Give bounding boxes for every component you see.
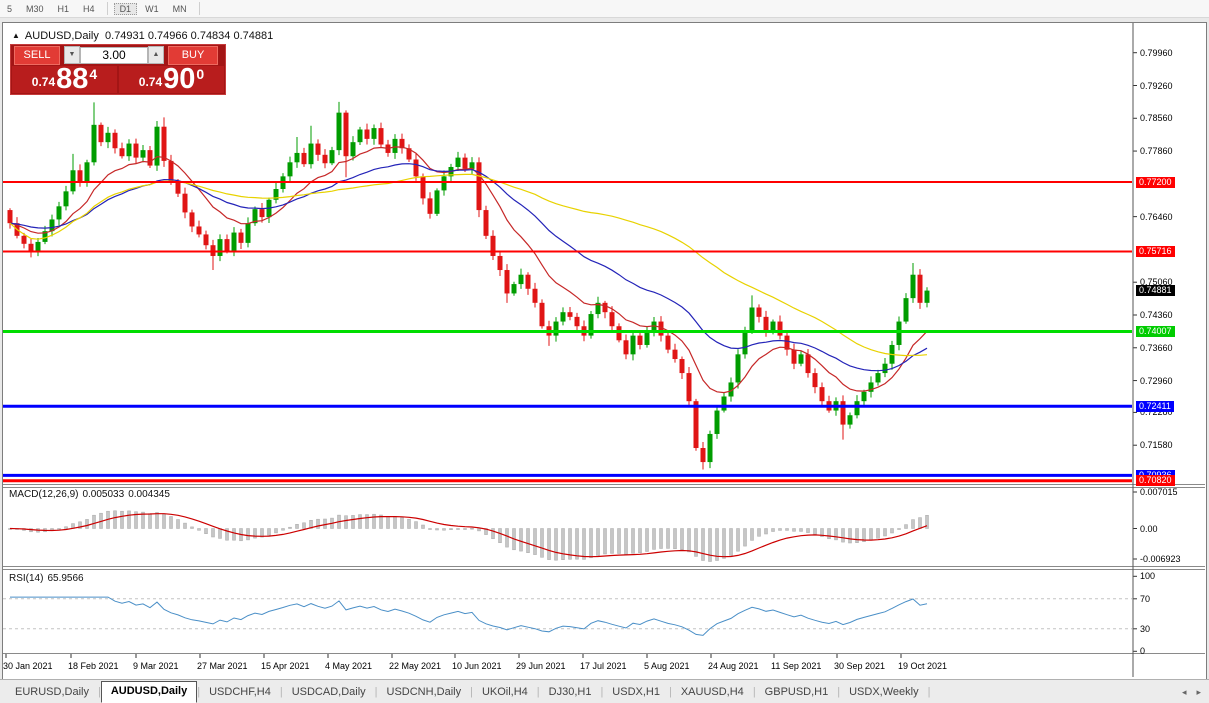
date-axis-label: 19 Oct 2021 xyxy=(898,661,948,671)
date-axis-label: 27 Mar 2021 xyxy=(197,661,248,671)
price-level-chip: 0.74007 xyxy=(1136,326,1175,337)
price-level-chip: 0.75716 xyxy=(1136,246,1175,257)
timeframe-toolbar: 5 M30 H1 H4 D1 W1 MN xyxy=(0,0,1209,18)
price-axis-tick-label: 0.79960 xyxy=(1140,47,1173,58)
chart-window[interactable] xyxy=(2,22,1207,680)
chart-tab-usdcad-daily[interactable]: USDCAD,Daily xyxy=(283,682,375,703)
price-axis-tick-label: 0.77860 xyxy=(1140,146,1173,157)
date-axis-label: 24 Aug 2021 xyxy=(708,661,759,671)
price-axis-tick-label: 0.76460 xyxy=(1140,211,1173,222)
macd-axis-tick-label: -0.006923 xyxy=(1140,554,1181,564)
date-axis-label: 22 May 2021 xyxy=(389,661,442,671)
price-axis-tick-label: 0.79260 xyxy=(1140,80,1173,91)
price-axis-tick-label: 0.73660 xyxy=(1140,342,1173,353)
chart-tab-usdchf-h4[interactable]: USDCHF,H4 xyxy=(200,682,280,703)
date-axis-label: 30 Sep 2021 xyxy=(834,661,886,671)
chart-tab-xauusd-h4[interactable]: XAUUSD,H4 xyxy=(672,682,753,703)
chart-tab-gbpusd-h1[interactable]: GBPUSD,H1 xyxy=(756,682,838,703)
toolbar-separator xyxy=(106,2,108,15)
timeframe-button-5[interactable]: 5 xyxy=(1,3,18,15)
chart-tab-ukoil-h4[interactable]: UKOil,H4 xyxy=(473,682,537,703)
date-axis-label: 9 Mar 2021 xyxy=(133,661,179,671)
macd-indicator-label: MACD(12,26,9) 0.005033 0.004345 xyxy=(9,489,170,500)
date-axis-label: 30 Jan 2021 xyxy=(3,661,53,671)
volume-decrease-button[interactable]: ▼ xyxy=(64,46,80,64)
sell-button[interactable]: SELL xyxy=(14,45,60,65)
timeframe-button-mn[interactable]: MN xyxy=(167,3,193,15)
chart-tab-dj30-h1[interactable]: DJ30,H1 xyxy=(540,682,601,703)
timeframe-button-m30[interactable]: M30 xyxy=(20,3,50,15)
sell-price-big: 88 xyxy=(56,63,89,95)
collapse-panel-icon[interactable]: ▲ xyxy=(12,31,20,40)
buy-price-sup: 0 xyxy=(196,66,205,82)
trading-terminal: 5 M30 H1 H4 D1 W1 MN ▲ AUDUSD,Daily 0.74931 0.7… xyxy=(0,0,1209,703)
rsi-axis-tick-label: 100 xyxy=(1140,571,1156,582)
rsi-axis-tick-label: 0 xyxy=(1140,646,1146,657)
timeframe-button-h4[interactable]: H4 xyxy=(77,3,101,15)
rsi-indicator-label: RSI(14) 65.9566 xyxy=(9,573,84,584)
buy-price-big: 90 xyxy=(163,63,196,95)
rsi-axis-tick-label: 70 xyxy=(1140,593,1151,604)
timeframe-button-h1[interactable]: H1 xyxy=(52,3,76,15)
date-axis-label: 18 Feb 2021 xyxy=(68,661,119,671)
timeframe-button-d1[interactable]: D1 xyxy=(113,2,138,15)
price-level-chip: 0.72411 xyxy=(1136,400,1174,412)
date-axis-label: 15 Apr 2021 xyxy=(261,661,310,671)
date-axis-label: 29 Jun 2021 xyxy=(516,661,566,671)
price-level-chip: 0.74881 xyxy=(1136,285,1175,297)
price-axis-tick-label: 0.72960 xyxy=(1140,375,1173,386)
toolbar-separator xyxy=(198,2,200,15)
macd-axis-tick-label: 0.007015 xyxy=(1140,487,1178,497)
tab-scroll-right-icon[interactable]: ▸ xyxy=(1196,687,1201,698)
date-axis-label: 11 Sep 2021 xyxy=(771,661,822,671)
timeframe-button-w1[interactable]: W1 xyxy=(139,3,165,15)
date-axis-label: 17 Jul 2021 xyxy=(580,661,627,671)
volume-increase-button[interactable]: ▲ xyxy=(148,46,164,64)
chart-tab-usdcnh-daily[interactable]: USDCNH,Daily xyxy=(378,682,471,703)
sell-price-sup: 4 xyxy=(89,66,98,82)
chart-tab-usdx-weekly[interactable]: USDX,Weekly xyxy=(840,682,927,703)
chart-tab-usdx-h1[interactable]: USDX,H1 xyxy=(603,682,669,703)
sell-price-prefix: 0.74 xyxy=(31,75,56,89)
chart-tab-eurusd-daily[interactable]: EURUSD,Daily xyxy=(6,682,98,703)
tab-scroll-arrows: ◂ ▸ xyxy=(1182,687,1201,698)
buy-price-prefix: 0.74 xyxy=(138,75,163,89)
macd-axis-tick-label: 0.00 xyxy=(1140,523,1158,534)
buy-button[interactable]: BUY xyxy=(168,45,218,65)
tab-scroll-left-icon[interactable]: ◂ xyxy=(1182,687,1187,698)
price-axis-tick-label: 0.78560 xyxy=(1140,113,1173,124)
ohlc-readout: ▲ AUDUSD,Daily 0.74931 0.74966 0.74834 0.… xyxy=(12,30,273,42)
date-axis-label: 5 Aug 2021 xyxy=(644,661,690,671)
symbol-timeframe-label: AUDUSD,Daily xyxy=(24,30,99,42)
chart-tab-audusd-daily[interactable]: AUDUSD,Daily xyxy=(100,681,198,703)
chart-tabs-bar: EURUSD,Daily | AUDUSD,Daily | USDCHF,H4 | USDC… xyxy=(0,679,1209,703)
price-level-chip: 0.70820 xyxy=(1136,475,1175,487)
buy-price-display[interactable]: 0.74 90 0 xyxy=(119,63,224,95)
rsi-axis-tick-label: 30 xyxy=(1140,623,1151,634)
ohlc-values: 0.74931 0.74966 0.74834 0.74881 xyxy=(105,30,274,42)
price-level-chip: 0.77200 xyxy=(1136,176,1175,188)
sell-price-display[interactable]: 0.74 88 4 xyxy=(12,63,117,95)
price-axis-tick-label: 0.74360 xyxy=(1140,310,1173,320)
date-axis-label: 10 Jun 2021 xyxy=(452,661,502,671)
one-click-trading-panel: SELL ▼ ▲ BUY 0.74 88 4 0.74 90 0 xyxy=(10,44,226,95)
date-axis-label: 4 May 2021 xyxy=(325,661,373,671)
volume-input[interactable] xyxy=(80,46,148,64)
tab-separator: | xyxy=(927,686,931,698)
price-axis-tick-label: 0.71580 xyxy=(1140,440,1173,451)
